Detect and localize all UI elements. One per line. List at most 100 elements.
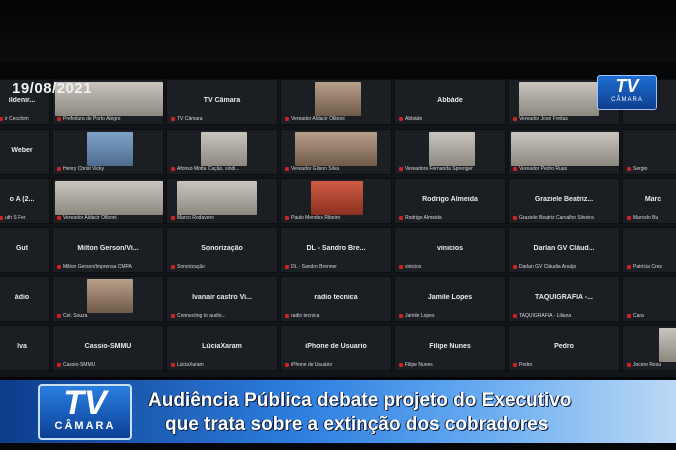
participant-tile[interactable]: Graziele Beatriz... Graziele Beatriz Carv… bbox=[508, 178, 620, 224]
participant-label-text: Vereador José Freitas bbox=[519, 116, 568, 122]
muted-mic-icon bbox=[513, 216, 517, 220]
bottom-dark-band bbox=[0, 443, 676, 450]
participant-tile[interactable]: Marc Marcelo Bu bbox=[622, 178, 676, 224]
top-dark-band bbox=[0, 0, 676, 62]
participant-name: iPhone de Usuario bbox=[305, 343, 367, 350]
logo-large-camara-text: CÂMARA bbox=[54, 420, 116, 432]
participant-tile[interactable]: Vereador Pedro Ruas bbox=[508, 129, 620, 175]
participant-name: DL - Sandro Bre... bbox=[306, 245, 366, 252]
participant-label: TV Câmara bbox=[171, 116, 275, 122]
participant-tile[interactable]: Cel. Souza bbox=[52, 276, 164, 322]
participant-name: Gut bbox=[15, 245, 29, 252]
muted-mic-icon bbox=[57, 265, 61, 269]
muted-mic-icon bbox=[285, 167, 289, 171]
participant-tile[interactable]: Henry Christ Vicky bbox=[52, 129, 164, 175]
muted-mic-icon bbox=[627, 265, 631, 269]
participant-tile[interactable]: Pedro Pedro bbox=[508, 325, 620, 371]
participant-label-text: TV Câmara bbox=[177, 116, 203, 122]
participant-label: Vereador José Freitas bbox=[513, 116, 617, 122]
participant-tile[interactable]: Abbáde Abbáde bbox=[394, 79, 506, 125]
participant-label-text: Vereador Aldacir Oliboni bbox=[291, 116, 345, 122]
participant-tile[interactable]: Vereador Gilson Silva bbox=[280, 129, 392, 175]
participant-label-text: Marcelo Bu bbox=[633, 215, 659, 221]
participant-tile[interactable]: Paulo Mendes Ribeiro bbox=[280, 178, 392, 224]
participant-name: lva bbox=[17, 343, 27, 350]
participant-tile[interactable]: Vereadora Fernanda Sprenger bbox=[394, 129, 506, 175]
participant-tile[interactable]: Weber bbox=[0, 129, 50, 175]
participant-tile[interactable]: ádio bbox=[0, 276, 50, 322]
participant-label: Vereadora Fernanda Sprenger bbox=[399, 166, 503, 172]
participant-label-text: Prefeitura de Porto Alegre bbox=[63, 116, 121, 122]
participant-label-text: Vereadora Fernanda Sprenger bbox=[405, 166, 473, 172]
participant-tile[interactable]: Sergio bbox=[622, 129, 676, 175]
participant-tile[interactable]: iPhone de Usuario iPhone de Usuário bbox=[280, 325, 392, 371]
participant-label-text: vinicios bbox=[405, 264, 422, 270]
participant-label-text: Patrícia Cres bbox=[633, 264, 662, 270]
participant-label-text: Cassio-SMMU bbox=[63, 362, 96, 368]
participant-tile[interactable]: Patrícia Cres bbox=[622, 227, 676, 273]
participant-tile[interactable]: TAQUIGRAFIA -... TAQUIGRAFIA - Liliana bbox=[508, 276, 620, 322]
participant-label: Pedro bbox=[513, 362, 617, 368]
logo-camara-text: CÂMARA bbox=[611, 97, 643, 103]
participant-label: Filipe Nunes bbox=[399, 362, 503, 368]
participant-tile[interactable]: o A (2... uth S Fer bbox=[0, 178, 50, 224]
participant-tile[interactable]: Cassio-SMMU Cassio-SMMU bbox=[52, 325, 164, 371]
participant-tile[interactable]: vinicios vinicios bbox=[394, 227, 506, 273]
participant-label-text: Filipe Nunes bbox=[405, 362, 433, 368]
participant-name: radio tecnica bbox=[314, 294, 358, 301]
muted-mic-icon bbox=[171, 167, 175, 171]
logo-large-tv-text: TV bbox=[63, 384, 107, 422]
muted-mic-icon bbox=[171, 314, 175, 318]
participant-tile[interactable]: DL - Sandro Bre... DL - Sandro Brenner bbox=[280, 227, 392, 273]
participant-name: TAQUIGRAFIA -... bbox=[535, 294, 593, 301]
participant-label: iPhone de Usuário bbox=[285, 362, 389, 368]
muted-mic-icon bbox=[399, 265, 403, 269]
participant-name: Graziele Beatriz... bbox=[534, 196, 594, 203]
participant-tile[interactable]: Afonso Motta Cação, sindi... bbox=[166, 129, 278, 175]
muted-mic-icon bbox=[57, 167, 61, 171]
participant-tile[interactable]: Rodrigo Almeida Rodrigo Almeida bbox=[394, 178, 506, 224]
participant-tile[interactable]: Ivanair castro Vi... Connecting to audio.… bbox=[166, 276, 278, 322]
participant-video bbox=[429, 132, 475, 166]
muted-mic-icon bbox=[171, 117, 175, 121]
participant-label: Vereador Aldacir Oliboni bbox=[57, 215, 161, 221]
participant-tile[interactable]: TV Câmara TV Câmara bbox=[166, 79, 278, 125]
participant-label-text: Darlan GV Cláudia Araújo bbox=[519, 264, 577, 270]
muted-mic-icon bbox=[171, 216, 175, 220]
participant-name: Filipe Nunes bbox=[429, 343, 471, 350]
participant-tile[interactable]: Darlan GV Cláud... Darlan GV Cláudia Araú… bbox=[508, 227, 620, 273]
participant-video bbox=[315, 82, 361, 116]
participant-tile[interactable]: Marco Rodavero bbox=[166, 178, 278, 224]
participant-tile[interactable]: Jocere Resa bbox=[622, 325, 676, 371]
participant-label-text: TAQUIGRAFIA - Liliana bbox=[519, 313, 572, 319]
muted-mic-icon bbox=[57, 216, 61, 220]
participant-label: Vereador Aldacir Oliboni bbox=[285, 116, 389, 122]
participant-label: uth S Fer bbox=[0, 215, 47, 221]
participant-label-text: Cara bbox=[633, 313, 644, 319]
participant-video bbox=[659, 328, 676, 362]
participant-tile[interactable]: Sonorização Sonorização bbox=[166, 227, 278, 273]
participant-tile[interactable]: radio tecnica radio tecnica bbox=[280, 276, 392, 322]
muted-mic-icon bbox=[627, 314, 631, 318]
participant-label: Vereador Gilson Silva bbox=[285, 166, 389, 172]
participant-tile[interactable]: Milton Gerson/Vi... Milton Gerson/Imprens… bbox=[52, 227, 164, 273]
muted-mic-icon bbox=[513, 314, 517, 318]
participant-name: Ivanair castro Vi... bbox=[192, 294, 252, 301]
participant-tile[interactable]: Cara bbox=[622, 276, 676, 322]
participant-label-text: Milton Gerson/Imprensa CMPA bbox=[63, 264, 132, 270]
participant-label: Connecting to audio... bbox=[171, 313, 275, 319]
participant-name: Darlan GV Cláud... bbox=[533, 245, 595, 252]
participant-tile[interactable]: Gut bbox=[0, 227, 50, 273]
participant-name: Sonorização bbox=[201, 245, 243, 252]
participant-name: Weber bbox=[11, 147, 33, 154]
participant-tile[interactable]: Vereador Aldacir Oliboni bbox=[280, 79, 392, 125]
participant-tile[interactable]: Filipe Nunes Filipe Nunes bbox=[394, 325, 506, 371]
participant-tile[interactable]: Jamile Lopes Jamile Lopes bbox=[394, 276, 506, 322]
participant-tile[interactable]: lva bbox=[0, 325, 50, 371]
participant-tile[interactable]: LúciaXaram LúciaXaram bbox=[166, 325, 278, 371]
headline-line-1: Audiência Pública debate projeto do Exec… bbox=[148, 390, 572, 411]
participant-name: LúciaXaram bbox=[202, 343, 242, 350]
tv-camara-logo-small: TV CÂMARA bbox=[597, 75, 657, 110]
participant-tile[interactable]: Vereador Aldacir Oliboni bbox=[52, 178, 164, 224]
participant-video bbox=[55, 181, 163, 215]
